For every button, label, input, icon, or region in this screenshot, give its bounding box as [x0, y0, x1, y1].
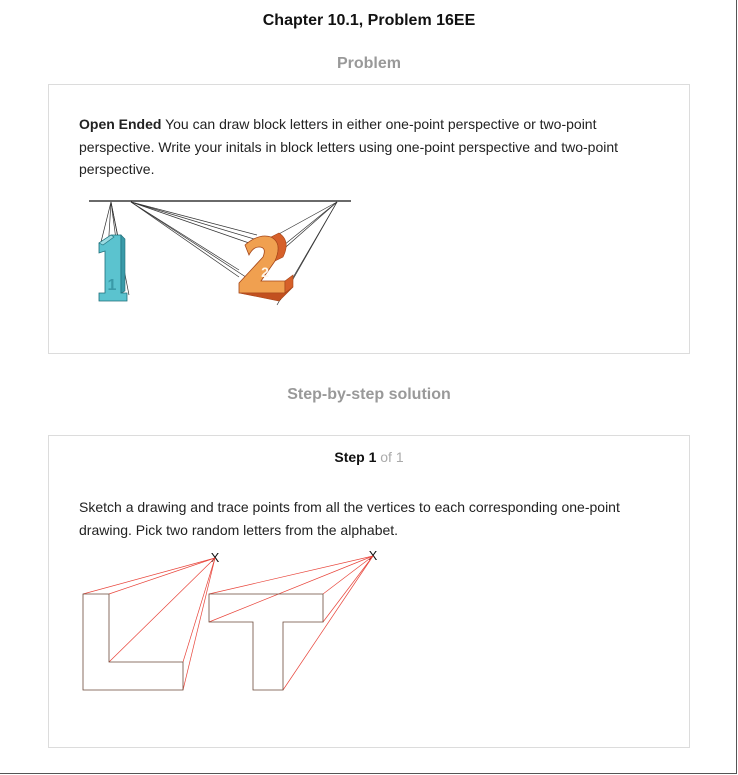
solution-heading: Step-by-step solution [287, 386, 451, 403]
solution-figure: X X [82, 548, 378, 691]
trace-lines-T [208, 555, 374, 691]
digit-two-glyph: 2 [261, 264, 269, 280]
trace-lines-L [82, 557, 216, 691]
digit-two-block: 2 [238, 232, 294, 302]
chapter-title: Chapter 10.1, Problem 16EE [262, 12, 476, 29]
step-card: Step 1 of 1 Sketch a drawing and trace p… [48, 435, 690, 748]
problem-card: Open Ended You can draw block letters in… [48, 84, 690, 354]
digit-one-glyph: 1 [108, 277, 117, 294]
problem-figure: 1 2 [89, 200, 351, 306]
letter-T-outline [208, 593, 324, 691]
vanishing-point-mark-left: X [211, 550, 220, 565]
problem-heading: Problem [336, 55, 401, 72]
letter-L-outline [82, 593, 184, 691]
digit-one-block: 1 [98, 234, 128, 302]
